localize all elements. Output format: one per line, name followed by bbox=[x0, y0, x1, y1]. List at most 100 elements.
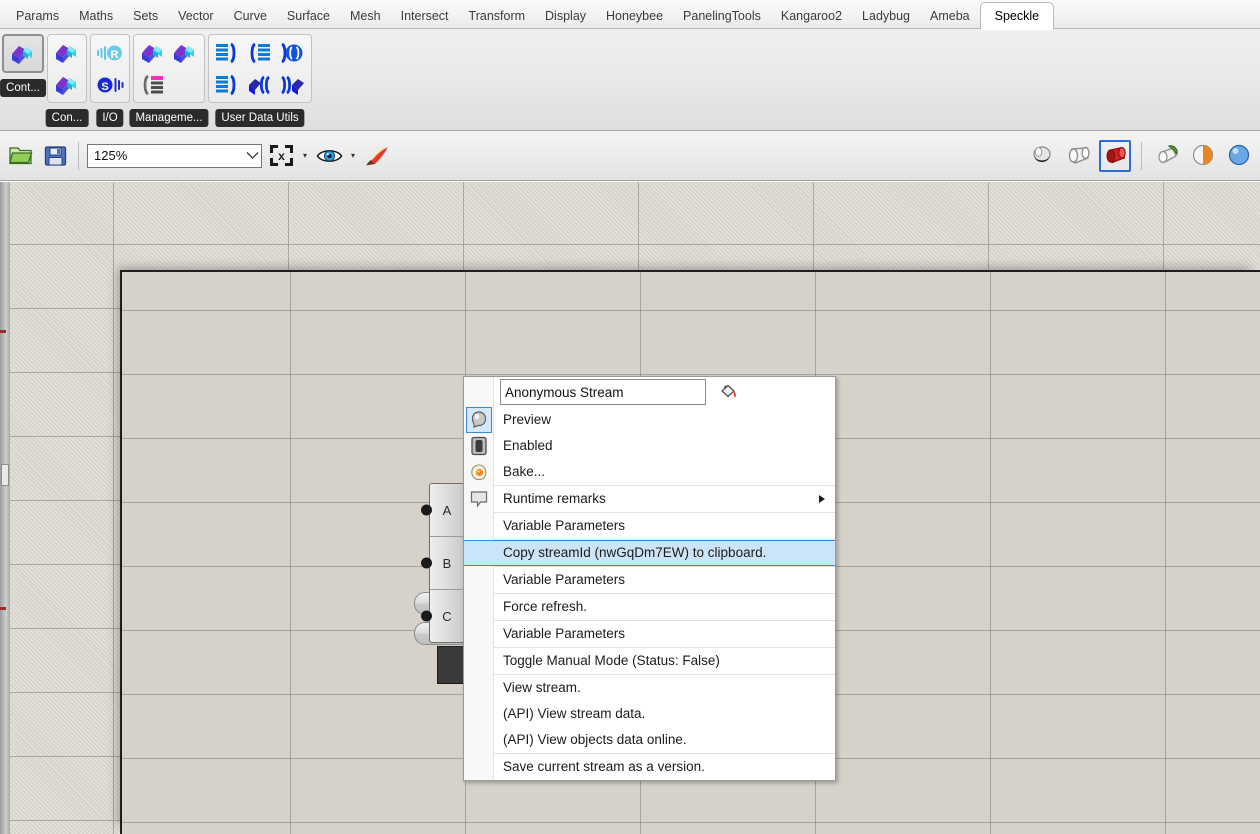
ribbon-icon-row: S bbox=[95, 70, 125, 100]
sender-icon[interactable]: S bbox=[95, 70, 125, 100]
receiver-icon[interactable]: R bbox=[95, 38, 125, 68]
context-menu-item[interactable]: (API) View stream data. bbox=[464, 701, 835, 727]
ribbon-group-con-[interactable]: Con... bbox=[47, 34, 87, 127]
context-menu-item[interactable]: Variable Parameters bbox=[464, 513, 835, 539]
tab-vector[interactable]: Vector bbox=[168, 3, 223, 29]
tab-speckle[interactable]: Speckle bbox=[980, 2, 1054, 30]
context-menu-item[interactable]: View stream. bbox=[464, 675, 835, 701]
context-menu-item[interactable]: Bake... bbox=[464, 459, 835, 485]
list-brace-icon[interactable] bbox=[213, 38, 243, 68]
enabled-switch-icon[interactable] bbox=[466, 433, 492, 459]
context-menu-item-label: Preview bbox=[503, 412, 551, 427]
account-list-icon[interactable] bbox=[138, 70, 168, 100]
tab-curve[interactable]: Curve bbox=[224, 3, 277, 29]
context-menu-item[interactable]: (API) View objects data online. bbox=[464, 727, 835, 753]
component-input-c[interactable]: C bbox=[430, 589, 464, 642]
speckle-cube-icon[interactable] bbox=[52, 70, 82, 100]
context-menu-item[interactable]: Force refresh. bbox=[464, 594, 835, 620]
context-menu-item-label: Variable Parameters bbox=[503, 572, 625, 587]
save-disk-icon[interactable] bbox=[40, 141, 70, 171]
tab-sets[interactable]: Sets bbox=[123, 3, 168, 29]
context-menu-item-label: Variable Parameters bbox=[503, 626, 625, 641]
bake-egg-icon[interactable] bbox=[466, 459, 492, 485]
tab-ameba[interactable]: Ameba bbox=[920, 3, 980, 29]
canvas-left-rail[interactable] bbox=[0, 182, 10, 834]
component-input-b[interactable]: B bbox=[430, 536, 464, 589]
context-menu-item[interactable]: Preview bbox=[464, 407, 835, 433]
ribbon-icon-rows: R S bbox=[95, 38, 125, 100]
ribbon-icon-rows bbox=[213, 38, 307, 100]
speckle-cube-icon[interactable] bbox=[52, 38, 82, 68]
ribbon-group-user-data-utils[interactable]: User Data Utils bbox=[208, 34, 312, 127]
brace-cube-icon[interactable] bbox=[277, 70, 307, 100]
preview-dropdown-arrow[interactable]: ▾ bbox=[348, 151, 358, 160]
ribbon-group-manageme-[interactable]: Manageme... bbox=[133, 34, 205, 127]
context-menu-item-label: View stream. bbox=[503, 680, 581, 695]
brace-list-icon[interactable] bbox=[245, 38, 275, 68]
context-menu-item[interactable]: Variable Parameters bbox=[464, 567, 835, 593]
tab-kangaroo2[interactable]: Kangaroo2 bbox=[771, 3, 852, 29]
cube-brace-icon[interactable] bbox=[245, 70, 275, 100]
paint-bucket-icon[interactable] bbox=[718, 381, 740, 403]
zoom-combo[interactable]: 125% bbox=[87, 144, 262, 168]
tab-maths[interactable]: Maths bbox=[69, 3, 123, 29]
canvas-toolbar: 125% x ▾ bbox=[0, 131, 1260, 181]
context-menu-item[interactable]: Variable Parameters bbox=[464, 621, 835, 647]
component-input-a[interactable]: A bbox=[430, 484, 464, 536]
rail-thumb[interactable] bbox=[1, 464, 9, 486]
context-menu-item-label: Force refresh. bbox=[503, 599, 587, 614]
preview-off-icon[interactable] bbox=[1027, 141, 1057, 171]
preview-meshes-icon[interactable] bbox=[1152, 141, 1182, 171]
ribbon-group-label: User Data Utils bbox=[215, 109, 304, 127]
ribbon-group-box bbox=[133, 34, 205, 103]
ribbon-group-label: Manageme... bbox=[129, 109, 208, 127]
tab-transform[interactable]: Transform bbox=[459, 3, 536, 29]
preview-shaded-icon[interactable] bbox=[1099, 140, 1131, 172]
preview-wireframe-icon[interactable] bbox=[1063, 141, 1093, 171]
tab-panelingtools[interactable]: PanelingTools bbox=[673, 3, 771, 29]
speckle-cube-icon[interactable] bbox=[170, 38, 200, 68]
tab-surface[interactable]: Surface bbox=[277, 3, 340, 29]
tab-mesh[interactable]: Mesh bbox=[340, 3, 391, 29]
toolbar-separator bbox=[78, 142, 79, 170]
input-port[interactable] bbox=[421, 611, 432, 622]
tab-params[interactable]: Params bbox=[6, 3, 69, 29]
context-menu-item[interactable]: Toggle Manual Mode (Status: False) bbox=[464, 648, 835, 674]
zoom-extents-icon[interactable]: x bbox=[266, 141, 296, 171]
context-menu-item[interactable]: Enabled bbox=[464, 433, 835, 459]
svg-text:x: x bbox=[278, 149, 285, 163]
component-context-menu[interactable]: Anonymous Stream Preview EnabledBake...Run… bbox=[463, 376, 836, 781]
list-brace-icon[interactable] bbox=[213, 70, 243, 100]
component-ribbon: Cont... Con... R S I/O Manageme... bbox=[0, 29, 1260, 131]
context-menu-item[interactable]: Copy streamId (nwGqDm7EW) to clipboard. bbox=[463, 540, 836, 566]
preview-transparent-icon[interactable] bbox=[1188, 141, 1218, 171]
context-menu-item[interactable]: Save current stream as a version. bbox=[464, 754, 835, 780]
input-port[interactable] bbox=[421, 505, 432, 516]
tab-intersect[interactable]: Intersect bbox=[391, 3, 459, 29]
tab-honeybee[interactable]: Honeybee bbox=[596, 3, 673, 29]
tab-display[interactable]: Display bbox=[535, 3, 596, 29]
context-menu-item[interactable]: Runtime remarks bbox=[464, 486, 835, 512]
ribbon-group-box bbox=[2, 34, 44, 73]
stream-name-input[interactable]: Anonymous Stream bbox=[500, 379, 706, 405]
speech-bubble-icon[interactable] bbox=[466, 486, 492, 512]
chevron-down-icon[interactable] bbox=[243, 145, 261, 167]
eye-preview-icon[interactable] bbox=[314, 141, 344, 171]
preview-sphere-icon[interactable] bbox=[1224, 141, 1254, 171]
open-folder-icon[interactable] bbox=[6, 141, 36, 171]
preview-ghost-icon[interactable] bbox=[466, 407, 492, 433]
tab-ladybug[interactable]: Ladybug bbox=[852, 3, 920, 29]
speckle-cube-icon[interactable] bbox=[138, 38, 168, 68]
input-label: B bbox=[443, 556, 452, 571]
speckle-cube-icon[interactable] bbox=[8, 39, 38, 69]
input-port[interactable] bbox=[421, 558, 432, 569]
zoom-extents-dropdown-arrow[interactable]: ▾ bbox=[300, 151, 310, 160]
ribbon-icon-row bbox=[138, 70, 200, 100]
rail-marker bbox=[0, 607, 6, 610]
sketch-brush-icon[interactable] bbox=[362, 141, 392, 171]
ribbon-group-i-o[interactable]: R S I/O bbox=[90, 34, 130, 127]
ribbon-group-cont-[interactable]: Cont... bbox=[2, 34, 44, 127]
ribbon-icon-row bbox=[52, 70, 82, 100]
ribbon-icon-row: R bbox=[95, 38, 125, 68]
brace-circle-icon[interactable] bbox=[277, 38, 307, 68]
